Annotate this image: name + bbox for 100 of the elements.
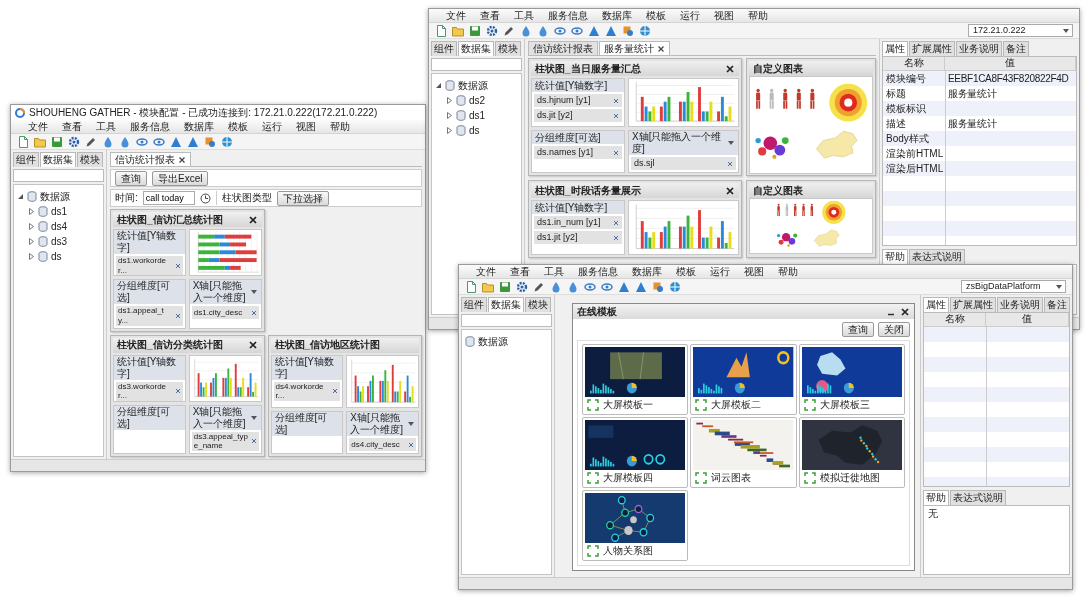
- tab[interactable]: 数据集: [458, 41, 494, 56]
- tree-item[interactable]: ds: [51, 250, 62, 263]
- tree-item[interactable]: ds1: [469, 109, 486, 122]
- close-icon[interactable]: [247, 214, 258, 225]
- expand-icon[interactable]: [695, 398, 708, 411]
- expand-icon[interactable]: [587, 471, 599, 484]
- expand-icon[interactable]: [803, 398, 816, 411]
- menu-item[interactable]: 服务信息: [541, 9, 595, 22]
- tab[interactable]: 组件: [13, 152, 39, 167]
- tab[interactable]: 模块: [525, 297, 551, 312]
- tab[interactable]: 扩展属性: [909, 41, 955, 56]
- field-chip[interactable]: ds4.city_desc: [349, 438, 416, 451]
- expand-icon[interactable]: [803, 471, 816, 484]
- tab[interactable]: 备注: [1044, 297, 1070, 312]
- tab[interactable]: 数据集: [488, 297, 524, 312]
- filter-field[interactable]: [461, 314, 552, 327]
- template-card[interactable]: 大屏模板四: [582, 417, 689, 488]
- field-chip[interactable]: ds4.workorder...: [273, 381, 341, 401]
- drop-icon[interactable]: [119, 135, 131, 148]
- date-field[interactable]: call today: [142, 191, 195, 205]
- tree-item[interactable]: ds3: [51, 235, 68, 248]
- caret-icon[interactable]: [727, 139, 735, 147]
- caret-icon[interactable]: [407, 420, 415, 428]
- menu-item[interactable]: 数据库: [177, 120, 221, 133]
- triangle-icon[interactable]: [170, 135, 182, 148]
- action-button[interactable]: 导出Excel: [152, 170, 209, 186]
- tree-item[interactable]: ds2: [469, 94, 486, 107]
- drop-icon[interactable]: [550, 280, 562, 293]
- expand-icon[interactable]: [587, 398, 599, 411]
- shapes-icon[interactable]: [652, 280, 664, 293]
- page-icon[interactable]: [17, 135, 29, 148]
- remove-icon[interactable]: [174, 312, 181, 319]
- page-icon[interactable]: [435, 24, 447, 37]
- menu-item[interactable]: 运行: [673, 9, 707, 22]
- remove-icon[interactable]: [613, 149, 619, 156]
- tab[interactable]: 帮助: [923, 490, 949, 505]
- menu-item[interactable]: 帮助: [323, 120, 357, 133]
- gear-icon[interactable]: [516, 280, 528, 293]
- tree-item[interactable]: 数据源: [40, 190, 70, 203]
- menu-item[interactable]: 运行: [255, 120, 289, 133]
- triangle-icon[interactable]: [635, 280, 647, 293]
- tab[interactable]: 业务说明: [956, 41, 1002, 56]
- remove-icon[interactable]: [613, 234, 619, 241]
- globe-icon[interactable]: [221, 135, 233, 148]
- expander-icon[interactable]: [17, 193, 24, 200]
- eye-icon[interactable]: [601, 280, 613, 293]
- eye-icon[interactable]: [136, 135, 148, 148]
- server-dropdown[interactable]: zsBigDataPlatform: [961, 280, 1066, 293]
- pencil-icon[interactable]: [85, 135, 97, 148]
- field-chip[interactable]: ds.sjl: [631, 157, 736, 170]
- dropdown-button[interactable]: 下拉选择: [276, 190, 329, 206]
- menu-item[interactable]: 视图: [737, 265, 771, 278]
- tree-item[interactable]: ds4: [51, 220, 68, 233]
- document-tab[interactable]: 信访统计报表: [110, 152, 191, 166]
- expand-icon[interactable]: [587, 544, 599, 557]
- drop-icon[interactable]: [537, 24, 549, 37]
- tab[interactable]: 表达式说明: [909, 249, 965, 264]
- tab[interactable]: 数据集: [40, 152, 76, 167]
- folder-icon[interactable]: [34, 135, 46, 148]
- document-tab[interactable]: 服务量统计: [599, 41, 670, 55]
- expander-icon[interactable]: [446, 127, 453, 134]
- eye-icon[interactable]: [554, 24, 566, 37]
- menu-item[interactable]: 帮助: [741, 9, 775, 22]
- field-chip[interactable]: ds1.in_num [y1]: [534, 216, 622, 229]
- menu-item[interactable]: 运行: [703, 265, 737, 278]
- tab[interactable]: 扩展属性: [950, 297, 996, 312]
- remove-icon[interactable]: [613, 219, 619, 226]
- menu-item[interactable]: 文件: [21, 120, 55, 133]
- field-chip[interactable]: ds3.appeal_type_name: [191, 431, 259, 451]
- tree-item[interactable]: 数据源: [458, 79, 488, 92]
- eye-icon[interactable]: [584, 280, 596, 293]
- tab[interactable]: 属性: [882, 41, 908, 56]
- eye-icon[interactable]: [571, 24, 583, 37]
- menu-item[interactable]: 帮助: [771, 265, 805, 278]
- menu-item[interactable]: 数据库: [595, 9, 639, 22]
- menu-item[interactable]: 模板: [639, 9, 673, 22]
- remove-icon[interactable]: [727, 160, 733, 167]
- field-chip[interactable]: ds.jit [y2]: [534, 109, 622, 122]
- filter-field[interactable]: [431, 58, 522, 71]
- action-button[interactable]: 查询: [115, 170, 147, 186]
- drop-icon[interactable]: [567, 280, 579, 293]
- tab[interactable]: 属性: [923, 297, 949, 312]
- triangle-icon[interactable]: [187, 135, 199, 148]
- gear-icon[interactable]: [68, 135, 80, 148]
- tree-item[interactable]: ds: [469, 124, 480, 137]
- template-card[interactable]: 模拟迁徙地图: [798, 417, 905, 488]
- menu-item[interactable]: 工具: [507, 9, 541, 22]
- menu-item[interactable]: 文件: [469, 265, 503, 278]
- triangle-icon[interactable]: [605, 24, 617, 37]
- menu-item[interactable]: 工具: [89, 120, 123, 133]
- menu-item[interactable]: 数据库: [625, 265, 669, 278]
- template-card[interactable]: 大屏模板二: [690, 344, 797, 415]
- expander-icon[interactable]: [446, 112, 453, 119]
- expand-icon[interactable]: [695, 471, 708, 484]
- expander-icon[interactable]: [28, 223, 35, 230]
- expander-icon[interactable]: [28, 238, 35, 245]
- template-card[interactable]: 大屏模板三: [798, 344, 905, 415]
- shapes-icon[interactable]: [622, 24, 634, 37]
- tree-item[interactable]: ds1: [51, 205, 68, 218]
- clock-icon[interactable]: [199, 192, 211, 204]
